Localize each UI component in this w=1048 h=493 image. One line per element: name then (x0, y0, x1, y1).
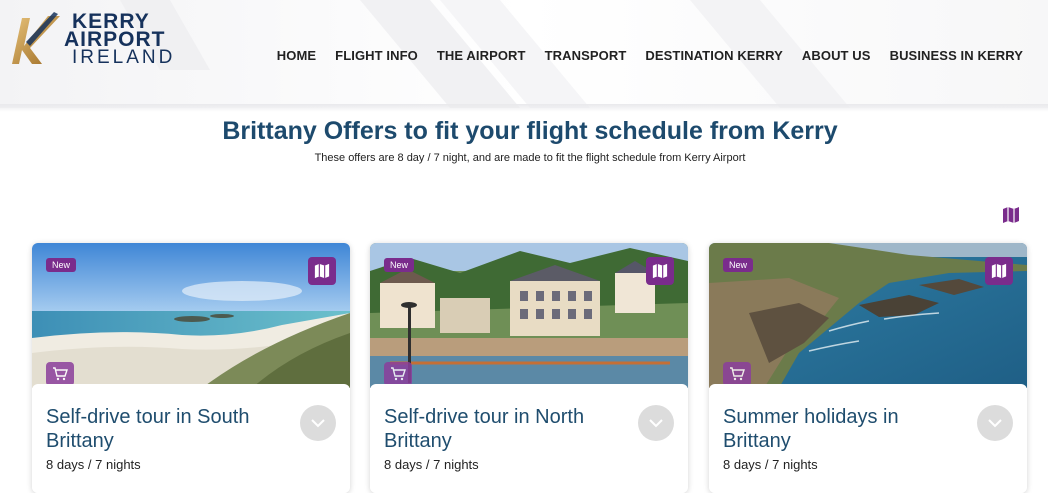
offer-card[interactable]: New Summer holidays in Brittany 8 days /… (709, 243, 1027, 493)
add-to-cart-button[interactable] (723, 362, 751, 386)
nav-item-destination-kerry[interactable]: DESTINATION KERRY (645, 48, 782, 63)
chevron-down-icon (988, 419, 1002, 428)
expand-offer-button[interactable] (300, 405, 336, 441)
header-divider (0, 104, 1048, 112)
offer-title[interactable]: Self-drive tour in North Brittany (384, 405, 624, 453)
new-badge: New (384, 258, 415, 272)
show-on-map-button[interactable] (985, 257, 1013, 285)
add-to-cart-button[interactable] (46, 362, 74, 386)
map-icon (652, 263, 668, 279)
cart-icon (53, 367, 68, 381)
logo-k-mark-icon (12, 12, 60, 64)
map-icon (314, 263, 330, 279)
new-badge: New (723, 258, 754, 272)
main-navigation: HOME FLIGHT INFO THE AIRPORT TRANSPORT D… (277, 48, 1023, 63)
kerry-airport-logo[interactable]: KERRY AIRPORT IRELAND (8, 8, 172, 70)
offer-card-body: Self-drive tour in North Brittany 8 days… (370, 384, 688, 493)
map-icon (991, 263, 1007, 279)
offer-duration: 8 days / 7 nights (723, 457, 818, 472)
nav-item-transport[interactable]: TRANSPORT (545, 48, 627, 63)
add-to-cart-button[interactable] (384, 362, 412, 386)
show-on-map-button[interactable] (646, 257, 674, 285)
offer-card-body: Summer holidays in Brittany 8 days / 7 n… (709, 384, 1027, 493)
nav-item-about-us[interactable]: ABOUT US (802, 48, 871, 63)
offer-card[interactable]: New Self-drive tour in South Brittany 8 … (32, 243, 350, 493)
site-header: KERRY AIRPORT IRELAND HOME FLIGHT INFO T… (0, 0, 1048, 108)
cart-icon (391, 367, 406, 381)
offer-image-beach[interactable]: New (32, 243, 350, 388)
offer-card[interactable]: New Self-drive tour in North Brittany 8 … (370, 243, 688, 493)
nav-item-home[interactable]: HOME (277, 48, 316, 63)
offer-title[interactable]: Summer holidays in Brittany (723, 405, 963, 453)
offer-title[interactable]: Self-drive tour in South Brittany (46, 405, 286, 453)
expand-offer-button[interactable] (977, 405, 1013, 441)
show-on-map-button[interactable] (308, 257, 336, 285)
map-icon (1003, 207, 1019, 223)
offer-card-body: Self-drive tour in South Brittany 8 days… (32, 384, 350, 493)
chevron-down-icon (311, 419, 325, 428)
map-view-toggle-button[interactable] (1001, 205, 1021, 225)
new-badge: New (46, 258, 77, 272)
offer-duration: 8 days / 7 nights (384, 457, 479, 472)
expand-offer-button[interactable] (638, 405, 674, 441)
offer-duration: 8 days / 7 nights (46, 457, 141, 472)
chevron-down-icon (649, 419, 663, 428)
cart-icon (730, 367, 745, 381)
offer-image-coastal-cliffs[interactable]: New (709, 243, 1027, 388)
offer-image-harbour-town[interactable]: New (370, 243, 688, 388)
page-subtitle: These offers are 8 day / 7 night, and ar… (314, 152, 746, 164)
nav-item-business-in-kerry[interactable]: BUSINESS IN KERRY (890, 48, 1023, 63)
logo-text-ireland: IRELAND (72, 47, 176, 68)
nav-item-the-airport[interactable]: THE AIRPORT (437, 48, 526, 63)
page-title: Brittany Offers to fit your flight sched… (222, 117, 838, 145)
nav-item-flight-info[interactable]: FLIGHT INFO (335, 48, 418, 63)
